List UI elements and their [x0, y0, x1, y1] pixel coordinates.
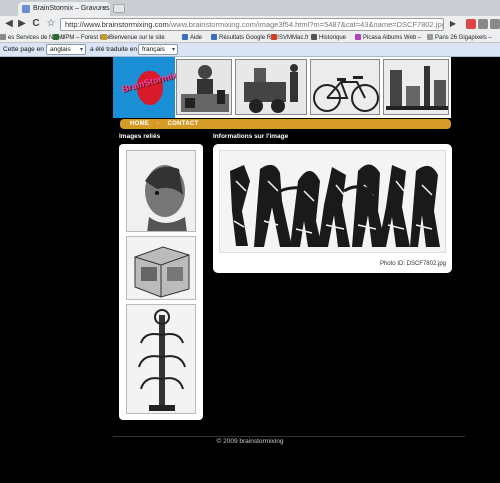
- bookmark-favicon-icon: [53, 34, 59, 40]
- engraving-apparatus: [383, 59, 449, 115]
- menu-separator: ·: [157, 121, 160, 127]
- footer-divider: [113, 436, 465, 437]
- image-info-panel: Photo ID: DSCF7802.jpg: [213, 144, 452, 273]
- site-banner: BrainStormix: [113, 57, 451, 118]
- main-menu: HOME · CONTACT: [120, 119, 451, 129]
- engraving-bicycle: [310, 59, 380, 115]
- bookmark-item[interactable]: Bienvenue sur le site: [101, 34, 165, 41]
- bookmark-label: Paris 26 Gigapixels –: [435, 35, 492, 41]
- address-bar[interactable]: http://www.brainstormixing.com/www.brain…: [60, 18, 444, 31]
- bookmark-item[interactable]: SVMMac.fr: [271, 34, 309, 41]
- browser-tab[interactable]: BrainStormix – Gravures ×: [18, 2, 110, 16]
- select-arrow-icon: ▾: [79, 47, 83, 53]
- page-menu-icon[interactable]: [478, 19, 488, 29]
- bookmark-favicon-icon: [427, 34, 433, 40]
- target-language-select[interactable]: français ▾: [138, 44, 178, 55]
- bookmark-favicon-icon: [182, 34, 188, 40]
- bookmark-favicon-icon: [211, 34, 217, 40]
- url-path: /www.brainstormixing.com/image3f54.html?…: [168, 20, 444, 29]
- bookmark-label: Picasa Albums Web –: [363, 35, 422, 41]
- main-engraving-image[interactable]: [219, 150, 446, 253]
- thumbnail-stone-block[interactable]: [126, 236, 196, 300]
- bookmark-label: Historique: [319, 35, 347, 41]
- translate-middle: a été traduite en: [90, 46, 137, 53]
- back-button[interactable]: ◀: [3, 18, 15, 30]
- bookmark-item[interactable]: Historique: [311, 34, 346, 41]
- select-arrow-icon: ▾: [171, 47, 175, 53]
- bookmark-favicon-icon: [311, 34, 317, 40]
- gmail-icon[interactable]: [466, 19, 476, 29]
- related-images-title: Images reliés: [119, 133, 161, 140]
- forward-button[interactable]: ▶: [16, 18, 28, 30]
- menu-contact[interactable]: CONTACT: [167, 121, 198, 127]
- site-logo[interactable]: BrainStormix: [113, 57, 178, 118]
- bookmark-favicon-icon: [271, 34, 277, 40]
- photo-id: Photo ID: DSCF7802.jpg: [379, 261, 446, 267]
- bookmark-label: Bienvenue sur le site: [109, 35, 165, 41]
- bookmark-star-icon[interactable]: ☆: [45, 18, 57, 30]
- engraving-machine: [235, 59, 307, 115]
- bookmark-item[interactable]: Paris 26 Gigapixels –: [427, 34, 492, 41]
- bookmark-label: Résultats Google Recl: [219, 35, 279, 41]
- browser-chrome: BrainStormix – Gravures × ◀ ▶ C ☆ http:/…: [0, 0, 500, 57]
- thumbnail-profile[interactable]: [126, 150, 196, 232]
- toolbar: ◀ ▶ C ☆ http://www.brainstormixing.com/w…: [0, 16, 500, 32]
- new-tab-button[interactable]: [113, 4, 125, 13]
- bookmark-favicon-icon: [0, 34, 6, 40]
- bookmark-favicon-icon: [355, 34, 361, 40]
- url-host: http://www.brainstormixing.com: [65, 20, 169, 29]
- menu-home[interactable]: HOME: [130, 121, 149, 127]
- reload-button[interactable]: C: [30, 18, 42, 30]
- engraving-scientist: [176, 59, 232, 115]
- source-language-value: anglais: [50, 46, 71, 53]
- bookmark-label: SVMMac.fr: [279, 35, 309, 41]
- translate-bar: Cette page en anglais ▾ a été traduite e…: [0, 43, 500, 57]
- source-language-select[interactable]: anglais ▾: [46, 44, 86, 55]
- wrench-icon[interactable]: [490, 19, 500, 29]
- thumbnail-tree-of-life[interactable]: [126, 304, 196, 414]
- related-images-panel: [119, 144, 203, 420]
- bookmark-favicon-icon: [101, 34, 107, 40]
- translate-prefix: Cette page en: [3, 46, 44, 53]
- bookmark-item[interactable]: Résultats Google Recl: [211, 34, 279, 41]
- tab-title: BrainStormix – Gravures: [33, 5, 110, 12]
- close-tab-icon[interactable]: ×: [102, 4, 107, 13]
- go-button[interactable]: ▶: [448, 19, 458, 29]
- bookmark-item[interactable]: Picasa Albums Web –: [355, 34, 421, 41]
- footer-copyright: © 2009 brainstormixing: [216, 438, 284, 445]
- favicon-icon: [22, 5, 30, 13]
- bookmark-item[interactable]: Aide: [182, 34, 202, 41]
- bookmark-label: Aide: [190, 35, 203, 41]
- bookmarks-bar: es Services de NUMI UPM – Forest Life Bien…: [0, 32, 500, 43]
- tab-bar: BrainStormix – Gravures ×: [0, 0, 500, 16]
- target-language-value: français: [142, 46, 165, 53]
- image-info-title: Informations sur l'image: [213, 133, 289, 140]
